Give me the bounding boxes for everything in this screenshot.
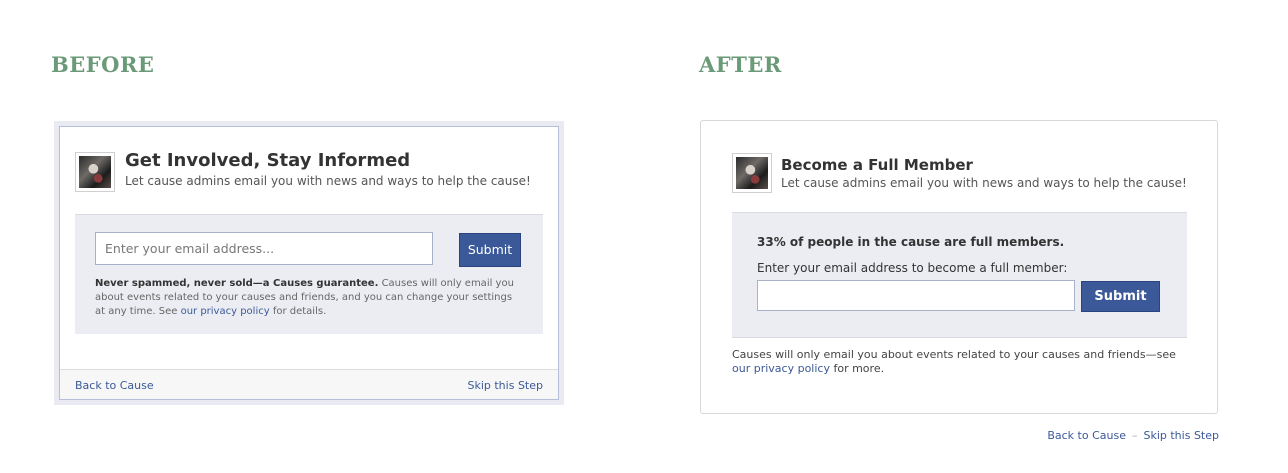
privacy-policy-link[interactable]: our privacy policy [732, 362, 830, 375]
privacy-note-tail: for more. [829, 362, 885, 375]
link-separator: – [1131, 429, 1138, 442]
after-footer-links: Back to Cause – Skip this Step [1047, 429, 1219, 442]
before-dialog: Get Involved, Stay Informed Let cause ad… [54, 121, 564, 405]
email-signup-panel: 33% of people in the cause are full memb… [732, 212, 1187, 338]
dialog-subtitle: Let cause admins email you with news and… [125, 174, 531, 188]
privacy-note: Never spammed, never sold—a Causes guara… [95, 277, 525, 319]
email-input[interactable]: Enter your email address... [95, 232, 433, 265]
before-label: BEFORE [51, 52, 155, 77]
privacy-policy-link[interactable]: our privacy policy [181, 306, 270, 317]
email-input[interactable] [757, 280, 1075, 311]
membership-stat: 33% of people in the cause are full memb… [757, 235, 1065, 249]
submit-button[interactable]: Submit [1081, 281, 1160, 312]
after-dialog: Become a Full Member Let cause admins em… [700, 120, 1218, 414]
privacy-note: Causes will only email you about events … [732, 348, 1182, 376]
cause-avatar [732, 153, 772, 193]
skip-step-link[interactable]: Skip this Step [1143, 429, 1219, 442]
dialog-subtitle: Let cause admins email you with news and… [781, 176, 1187, 190]
privacy-note-tail: for details. [269, 306, 327, 317]
submit-button[interactable]: Submit [459, 233, 521, 267]
cause-avatar [75, 152, 115, 192]
after-label: AFTER [699, 52, 782, 77]
cause-photo-icon [79, 156, 111, 188]
cause-photo-icon [736, 157, 768, 189]
skip-step-link[interactable]: Skip this Step [467, 379, 543, 392]
email-prompt: Enter your email address to become a ful… [757, 261, 1068, 275]
dialog-title: Become a Full Member [781, 156, 973, 174]
privacy-note-text: Causes will only email you about events … [732, 348, 1176, 361]
back-to-cause-link[interactable]: Back to Cause [75, 379, 154, 392]
email-signup-panel: Enter your email address... Submit Never… [75, 214, 543, 334]
dialog-footer: Back to Cause Skip this Step [60, 369, 558, 399]
guarantee-text: Never spammed, never sold—a Causes guara… [95, 278, 379, 289]
before-dialog-body: Get Involved, Stay Informed Let cause ad… [59, 126, 559, 400]
dialog-title: Get Involved, Stay Informed [125, 150, 411, 171]
back-to-cause-link[interactable]: Back to Cause [1047, 429, 1126, 442]
